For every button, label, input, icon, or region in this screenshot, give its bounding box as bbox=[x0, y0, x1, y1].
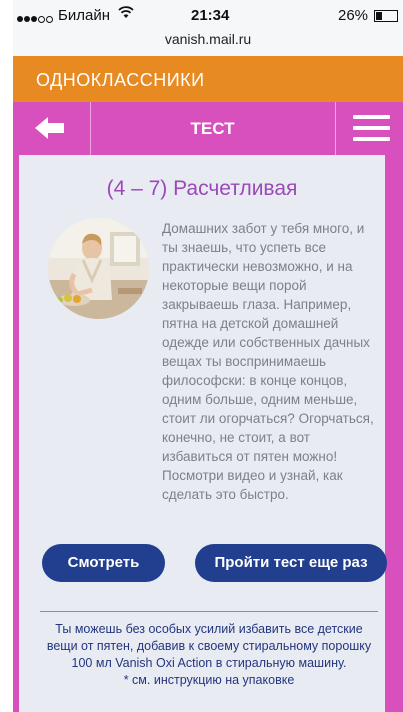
site-header: ОДНОКЛАССНИКИ bbox=[13, 56, 403, 102]
divider bbox=[40, 611, 378, 612]
navigation-bar: ТЕСТ bbox=[13, 102, 403, 155]
product-footnote: * см. инструкцию на упаковке bbox=[123, 673, 295, 687]
product-note: Ты можешь без особых усилий избавить все… bbox=[40, 621, 378, 689]
battery-percent: 26% bbox=[338, 7, 369, 24]
result-photo bbox=[48, 218, 149, 319]
back-button[interactable] bbox=[13, 102, 91, 155]
status-bar: Билайн 21:34 26% vanish.mail.ru bbox=[13, 0, 403, 56]
menu-button[interactable] bbox=[335, 102, 403, 155]
watch-video-button[interactable]: Смотреть bbox=[42, 544, 165, 582]
phone-screen: Билайн 21:34 26% vanish.mail.ru ОДНОКЛАС… bbox=[13, 0, 403, 712]
page-title: ТЕСТ bbox=[190, 119, 235, 138]
wifi-icon bbox=[118, 5, 134, 22]
arrow-left-icon bbox=[35, 117, 64, 139]
carrier-name: Билайн bbox=[58, 7, 110, 24]
address-bar-url[interactable]: vanish.mail.ru bbox=[13, 31, 403, 47]
result-card: (4 – 7) Расчетливая Домашних забот у теб… bbox=[19, 155, 387, 712]
battery-icon bbox=[374, 10, 398, 22]
signal-strength-icon bbox=[17, 10, 54, 27]
result-description: Домашних забот у тебя много, и ты знаешь… bbox=[162, 221, 374, 502]
retake-test-button[interactable]: Пройти тест еще раз bbox=[195, 544, 387, 582]
result-title: (4 – 7) Расчетливая bbox=[106, 177, 298, 200]
site-name[interactable]: ОДНОКЛАССНИКИ bbox=[36, 70, 205, 91]
status-time: 21:34 bbox=[191, 7, 230, 24]
product-note-text: Ты можешь без особых усилий избавить все… bbox=[46, 622, 372, 670]
